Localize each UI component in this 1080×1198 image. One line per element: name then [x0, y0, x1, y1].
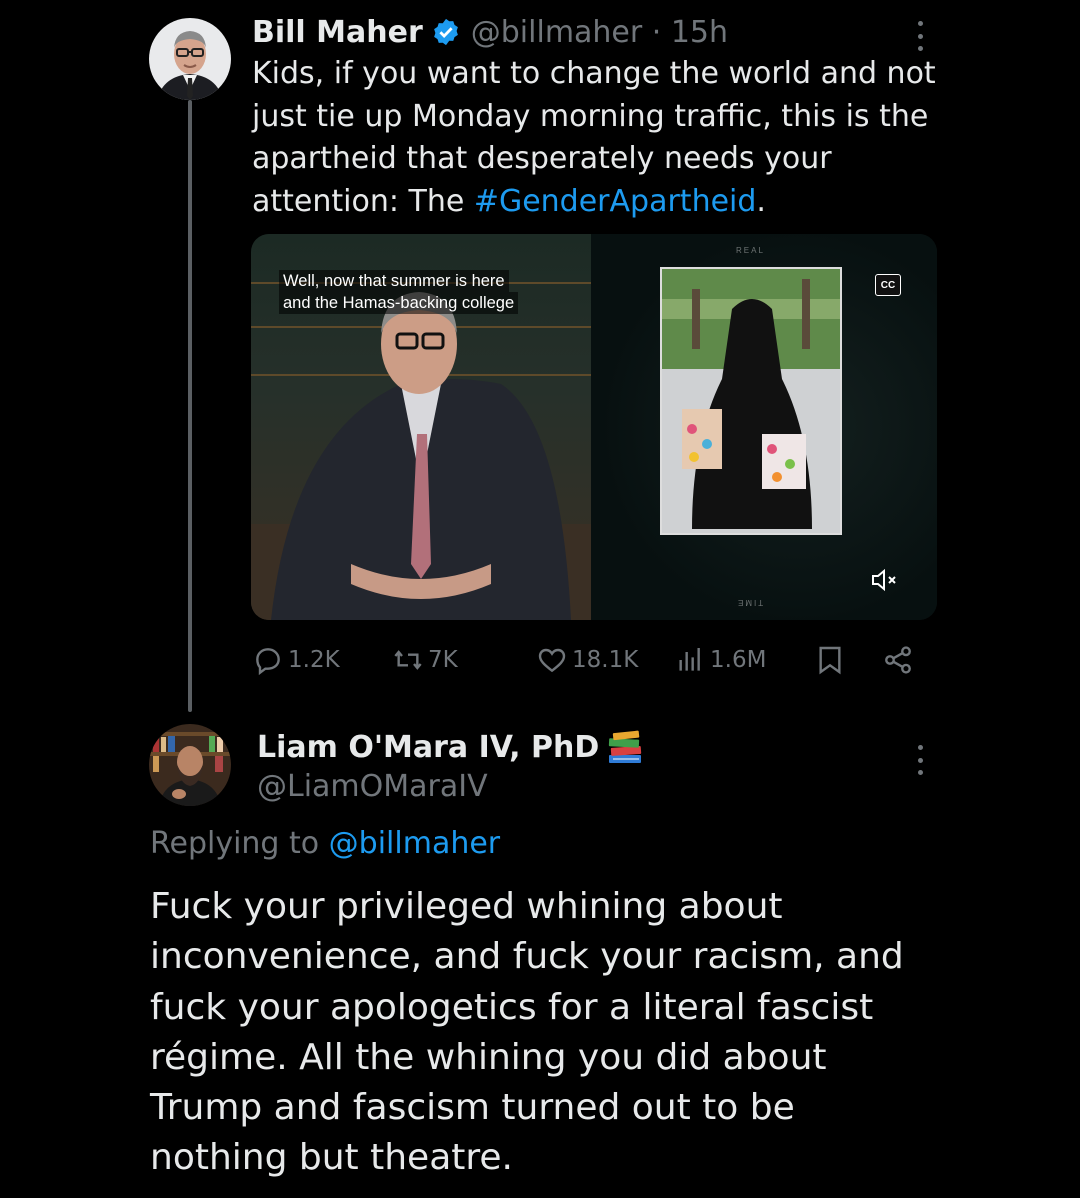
like-count: 18.1K — [572, 647, 639, 673]
closed-captions-icon[interactable]: CC — [875, 274, 901, 296]
reply-author-handle[interactable]: @LiamOMaraIV — [257, 767, 645, 807]
verified-badge-icon — [431, 17, 461, 47]
tweet-header: Bill Maher @billmaher · 15h — [252, 12, 728, 52]
video-player[interactable]: REAL TIME Well, now that summer is here … — [251, 234, 937, 620]
books-emoji-icon — [605, 729, 645, 765]
bill-maher-avatar[interactable] — [149, 18, 231, 100]
repost-count: 7K — [428, 647, 458, 673]
more-icon[interactable] — [910, 21, 930, 51]
views-button[interactable]: 1.6M — [674, 640, 766, 680]
like-button[interactable]: 18.1K — [536, 640, 638, 680]
more-icon[interactable] — [910, 745, 930, 775]
like-icon — [538, 648, 566, 673]
reply-author-name[interactable]: Liam O'Mara IV, PhD — [257, 730, 599, 765]
mute-icon[interactable] — [871, 568, 901, 592]
share-button[interactable] — [882, 640, 914, 680]
reply-text: Fuck your privileged whining about incon… — [150, 886, 904, 1179]
reply-header: Liam O'Mara IV, PhD @LiamOMaraIV — [257, 727, 645, 807]
hashtag-link[interactable]: #GenderApartheid — [474, 184, 757, 219]
burqa-photo — [660, 267, 842, 535]
thread-connector-line — [188, 100, 192, 712]
replying-to-line: Replying to @billmaher — [150, 826, 501, 861]
repost-button[interactable]: 7K — [392, 640, 458, 680]
video-bottom-label: TIME — [736, 598, 764, 607]
views-count: 1.6M — [710, 647, 767, 673]
video-caption: Well, now that summer is here and the Ha… — [279, 270, 519, 314]
tweet-text: Kids, if you want to change the world an… — [252, 56, 936, 219]
author-name[interactable]: Bill Maher — [252, 15, 423, 50]
bookmark-icon — [819, 646, 841, 675]
share-icon — [885, 646, 911, 674]
tweet-action-bar: 1.2K 7K 18.1K 1.6M — [252, 640, 922, 680]
video-top-label: REAL — [736, 246, 765, 255]
repost-icon — [394, 650, 422, 670]
reply-count: 1.2K — [288, 647, 340, 673]
reply-button[interactable]: 1.2K — [252, 640, 340, 680]
bookmark-button[interactable] — [814, 640, 846, 680]
author-handle-time[interactable]: @billmaher · 15h — [471, 15, 728, 50]
replying-to-mention[interactable]: @billmaher — [329, 826, 500, 861]
views-icon — [679, 648, 700, 671]
liam-omara-avatar[interactable] — [149, 724, 231, 806]
reply-icon — [256, 648, 280, 676]
